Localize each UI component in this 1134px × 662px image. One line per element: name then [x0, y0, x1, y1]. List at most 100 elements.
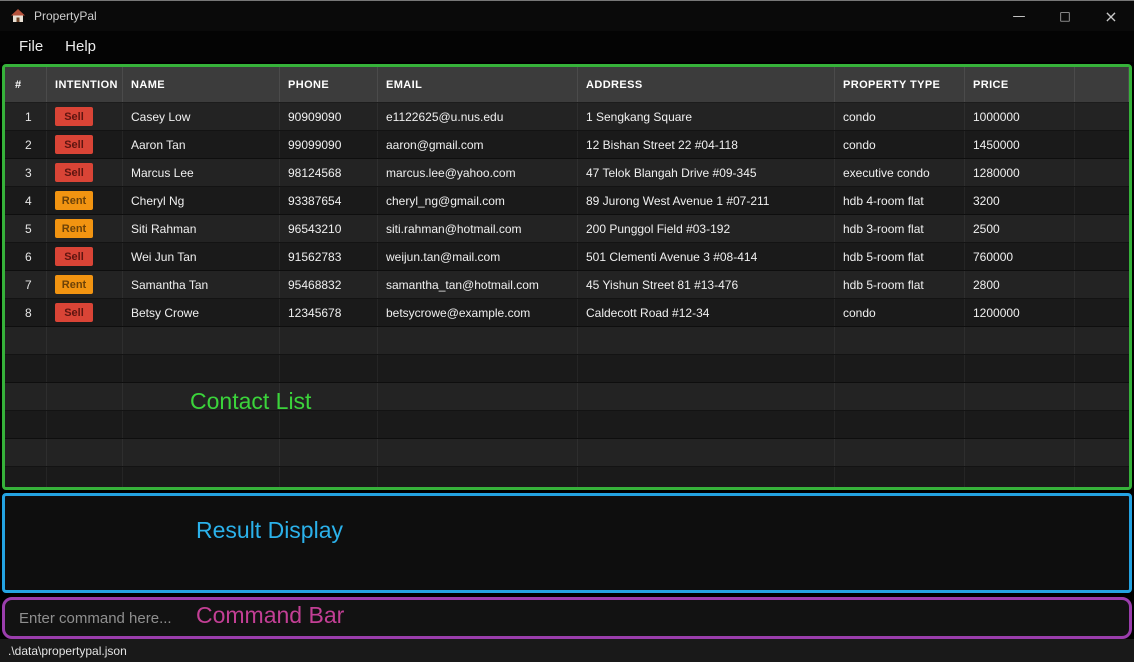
empty-table-row: [5, 439, 1129, 467]
column-header-address[interactable]: ADDRESS: [578, 67, 835, 102]
maximize-button[interactable]: □: [1042, 1, 1088, 31]
command-bar-panel: [2, 597, 1132, 639]
cell-price: 2800: [965, 271, 1075, 298]
cell-name: Marcus Lee: [123, 159, 280, 186]
empty-table-row: [5, 411, 1129, 439]
cell-address: 47 Telok Blangah Drive #09-345: [578, 159, 835, 186]
empty-cell: [378, 355, 578, 382]
cell-index: 7: [5, 271, 47, 298]
empty-cell: [835, 439, 965, 466]
intention-badge: Sell: [55, 135, 93, 154]
cell-email: samantha_tan@hotmail.com: [378, 271, 578, 298]
cell-intention: Sell: [47, 299, 123, 326]
empty-cell: [835, 327, 965, 354]
empty-cell: [835, 467, 965, 490]
empty-cell: [578, 467, 835, 490]
table-row[interactable]: 1SellCasey Low90909090e1122625@u.nus.edu…: [5, 103, 1129, 131]
cell-property-type: hdb 4-room flat: [835, 187, 965, 214]
cell-filler: [1075, 299, 1129, 326]
intention-badge: Rent: [55, 191, 93, 210]
table-row[interactable]: 2SellAaron Tan99099090aaron@gmail.com12 …: [5, 131, 1129, 159]
cell-phone: 98124568: [280, 159, 378, 186]
empty-cell: [123, 411, 280, 438]
cell-index: 8: [5, 299, 47, 326]
cell-filler: [1075, 187, 1129, 214]
cell-address: 45 Yishun Street 81 #13-476: [578, 271, 835, 298]
empty-cell: [1075, 383, 1129, 410]
cell-phone: 96543210: [280, 215, 378, 242]
empty-cell: [280, 411, 378, 438]
cell-phone: 91562783: [280, 243, 378, 270]
cell-property-type: condo: [835, 299, 965, 326]
empty-cell: [123, 355, 280, 382]
empty-cell: [1075, 327, 1129, 354]
cell-email: e1122625@u.nus.edu: [378, 103, 578, 130]
menu-file[interactable]: File: [8, 34, 54, 59]
command-input[interactable]: [5, 600, 1129, 636]
cell-property-type: hdb 3-room flat: [835, 215, 965, 242]
empty-cell: [1075, 467, 1129, 490]
title-bar: PropertyPal — □ ×: [0, 0, 1134, 31]
empty-cell: [123, 439, 280, 466]
empty-cell: [5, 411, 47, 438]
table-row[interactable]: 5RentSiti Rahman96543210siti.rahman@hotm…: [5, 215, 1129, 243]
column-header-email[interactable]: EMAIL: [378, 67, 578, 102]
cell-address: 12 Bishan Street 22 #04-118: [578, 131, 835, 158]
empty-cell: [47, 355, 123, 382]
empty-cell: [5, 439, 47, 466]
empty-cell: [47, 411, 123, 438]
cell-name: Wei Jun Tan: [123, 243, 280, 270]
cell-filler: [1075, 131, 1129, 158]
empty-table-row: [5, 467, 1129, 490]
intention-badge: Sell: [55, 163, 93, 182]
table-row[interactable]: 8SellBetsy Crowe12345678betsycrowe@examp…: [5, 299, 1129, 327]
cell-index: 4: [5, 187, 47, 214]
empty-cell: [280, 355, 378, 382]
empty-cell: [378, 467, 578, 490]
status-bar: .\data\propertypal.json: [0, 639, 1134, 662]
cell-index: 3: [5, 159, 47, 186]
menu-bar: File Help: [0, 31, 1134, 62]
empty-cell: [280, 327, 378, 354]
cell-price: 1200000: [965, 299, 1075, 326]
cell-intention: Rent: [47, 215, 123, 242]
column-header-price[interactable]: PRICE: [965, 67, 1075, 102]
table-row[interactable]: 4RentCheryl Ng93387654cheryl_ng@gmail.co…: [5, 187, 1129, 215]
column-header-name[interactable]: NAME: [123, 67, 280, 102]
cell-price: 2500: [965, 215, 1075, 242]
intention-badge: Rent: [55, 219, 93, 238]
table-row[interactable]: 6 Sell Wei Jun Tan91562783weijun.tan@mail.…: [5, 243, 1129, 271]
cell-address: 200 Punggol Field #03-192: [578, 215, 835, 242]
empty-cell: [578, 439, 835, 466]
cell-email: siti.rahman@hotmail.com: [378, 215, 578, 242]
cell-email: marcus.lee@yahoo.com: [378, 159, 578, 186]
cell-phone: 95468832: [280, 271, 378, 298]
empty-table-row: [5, 327, 1129, 355]
column-header-intention[interactable]: INTENTION: [47, 67, 123, 102]
column-header-index[interactable]: #: [5, 67, 47, 102]
cell-phone: 90909090: [280, 103, 378, 130]
close-button[interactable]: ×: [1088, 1, 1134, 31]
cell-phone: 93387654: [280, 187, 378, 214]
intention-badge: Sell: [55, 247, 93, 266]
app-window: PropertyPal — □ × File Help # INTENTION …: [0, 0, 1134, 662]
cell-phone: 99099090: [280, 131, 378, 158]
cell-email: weijun.tan@mail.com: [378, 243, 578, 270]
minimize-button[interactable]: —: [996, 1, 1042, 31]
cell-address: 89 Jurong West Avenue 1 #07-211: [578, 187, 835, 214]
cell-index: 6: [5, 243, 47, 270]
column-header-property-type[interactable]: PROPERTY TYPE: [835, 67, 965, 102]
empty-cell: [123, 383, 280, 410]
empty-table-row: [5, 355, 1129, 383]
table-row[interactable]: 7RentSamantha Tan95468832samantha_tan@ho…: [5, 271, 1129, 299]
contact-list-panel: # INTENTION NAME PHONE EMAIL ADDRESS PRO…: [2, 64, 1132, 490]
cell-price: 760000: [965, 243, 1075, 270]
table-row[interactable]: 3 Sell Marcus Lee98124568marcus.lee@yahoo.…: [5, 159, 1129, 187]
intention-badge: Sell: [55, 303, 93, 322]
empty-cell: [123, 327, 280, 354]
menu-help[interactable]: Help: [54, 34, 107, 59]
column-header-phone[interactable]: PHONE: [280, 67, 378, 102]
empty-cell: [378, 383, 578, 410]
cell-price: 1450000: [965, 131, 1075, 158]
cell-email: aaron@gmail.com: [378, 131, 578, 158]
